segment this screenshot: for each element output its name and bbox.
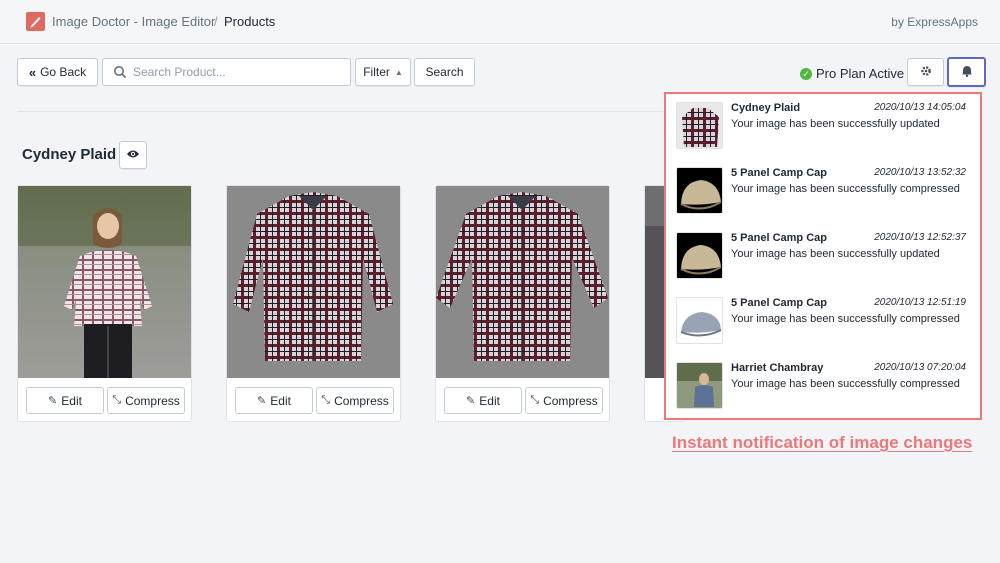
edit-icon: ✎ [466, 395, 476, 407]
double-chevron-left-icon: « [28, 64, 37, 80]
notification-timestamp: 2020/10/13 14:05:04 [874, 102, 966, 113]
edit-icon: ✎ [48, 395, 58, 407]
check-circle-icon: ✓ [800, 67, 812, 80]
notification-thumbnail [676, 102, 723, 149]
edit-label: Edit [61, 393, 82, 408]
product-title: Cydney Plaid [22, 146, 117, 163]
section-divider [17, 111, 667, 112]
notification-message: Your image has been successfully updated [731, 118, 940, 130]
compress-label: Compress [125, 393, 180, 408]
notification-timestamp: 2020/10/13 07:20:04 [874, 362, 966, 373]
search-button[interactable]: Search [414, 58, 475, 86]
sort-caret-icon: ▲ [394, 67, 403, 77]
notification-timestamp: 2020/10/13 12:52:37 [874, 232, 966, 243]
search-field[interactable] [102, 58, 351, 86]
notification-product-name: 5 Panel Camp Cap [731, 297, 827, 309]
notification-item[interactable]: Cydney Plaid 2020/10/13 14:05:04 Your im… [676, 102, 976, 152]
settings-button[interactable] [907, 58, 944, 86]
app-logo-icon [26, 12, 45, 31]
search-button-label: Search [425, 65, 464, 79]
filter-label: Filter [363, 65, 390, 79]
gear-icon [920, 65, 932, 80]
plan-status-label: Pro Plan Active [816, 66, 905, 81]
product-image-card: ✎ Edit ⤡ Compress [17, 185, 192, 422]
edit-button[interactable]: ✎ Edit [26, 387, 104, 414]
notification-product-name: Cydney Plaid [731, 102, 801, 114]
notification-thumbnail [676, 297, 723, 344]
breadcrumb-app[interactable]: Image Doctor - Image Editor [52, 14, 215, 29]
breadcrumb-separator: / [214, 14, 218, 29]
notification-thumbnail [676, 232, 723, 279]
search-input[interactable] [133, 63, 343, 81]
search-icon [113, 65, 127, 79]
compress-button[interactable]: ⤡ Compress [525, 387, 603, 414]
notification-product-name: Harriet Chambray [731, 362, 824, 374]
product-photo-shirt[interactable] [436, 186, 609, 378]
eye-icon [126, 148, 140, 162]
notification-item[interactable]: 5 Panel Camp Cap 2020/10/13 13:52:32 You… [676, 167, 976, 217]
compress-label: Compress [334, 393, 389, 408]
compress-icon: ⤡ [530, 394, 540, 406]
notification-thumbnail [676, 167, 723, 214]
notification-timestamp: 2020/10/13 13:52:32 [874, 167, 966, 178]
compress-icon: ⤡ [321, 394, 331, 406]
product-image-card: ✎ Edit ⤡ Compress [226, 185, 401, 422]
notifications-button[interactable] [947, 57, 986, 87]
notification-item[interactable]: 5 Panel Camp Cap 2020/10/13 12:52:37 You… [676, 232, 976, 282]
compress-label: Compress [543, 393, 598, 408]
bell-icon [961, 64, 973, 80]
product-photo-model[interactable] [18, 186, 191, 378]
notification-message: Your image has been successfully updated [731, 248, 940, 260]
notification-product-name: 5 Panel Camp Cap [731, 167, 827, 179]
plan-status: ✓ Pro Plan Active [800, 66, 904, 81]
feature-caption: Instant notification of image changes [672, 433, 973, 452]
notification-message: Your image has been successfully compres… [731, 183, 960, 195]
product-photo-shirt[interactable] [227, 186, 400, 378]
notification-item[interactable]: Harriet Chambray 2020/10/13 07:20:04 You… [676, 362, 976, 412]
compress-button[interactable]: ⤡ Compress [107, 387, 185, 414]
go-back-label: Go Back [40, 65, 87, 79]
notification-item[interactable]: 5 Panel Camp Cap 2020/10/13 12:51:19 You… [676, 297, 976, 347]
compress-icon: ⤡ [112, 394, 122, 406]
product-image-card: ✎ Edit ⤡ Compress [435, 185, 610, 422]
app-header: Image Doctor - Image Editor / Products b… [0, 0, 1000, 44]
preview-button[interactable] [119, 141, 147, 169]
notification-message: Your image has been successfully compres… [731, 378, 960, 390]
notification-product-name: 5 Panel Camp Cap [731, 232, 827, 244]
vendor-credit: by ExpressApps [891, 15, 978, 29]
go-back-button[interactable]: « Go Back [17, 58, 98, 86]
notification-message: Your image has been successfully compres… [731, 313, 960, 325]
compress-button[interactable]: ⤡ Compress [316, 387, 394, 414]
notification-timestamp: 2020/10/13 12:51:19 [874, 297, 966, 308]
notification-thumbnail [676, 362, 723, 409]
edit-label: Edit [479, 393, 500, 408]
edit-label: Edit [270, 393, 291, 408]
edit-button[interactable]: ✎ Edit [235, 387, 313, 414]
edit-icon: ✎ [257, 395, 267, 407]
edit-button[interactable]: ✎ Edit [444, 387, 522, 414]
notifications-panel: Cydney Plaid 2020/10/13 14:05:04 Your im… [664, 92, 982, 420]
breadcrumb-current-page: Products [224, 14, 276, 29]
filter-button[interactable]: Filter ▲ [355, 58, 411, 86]
